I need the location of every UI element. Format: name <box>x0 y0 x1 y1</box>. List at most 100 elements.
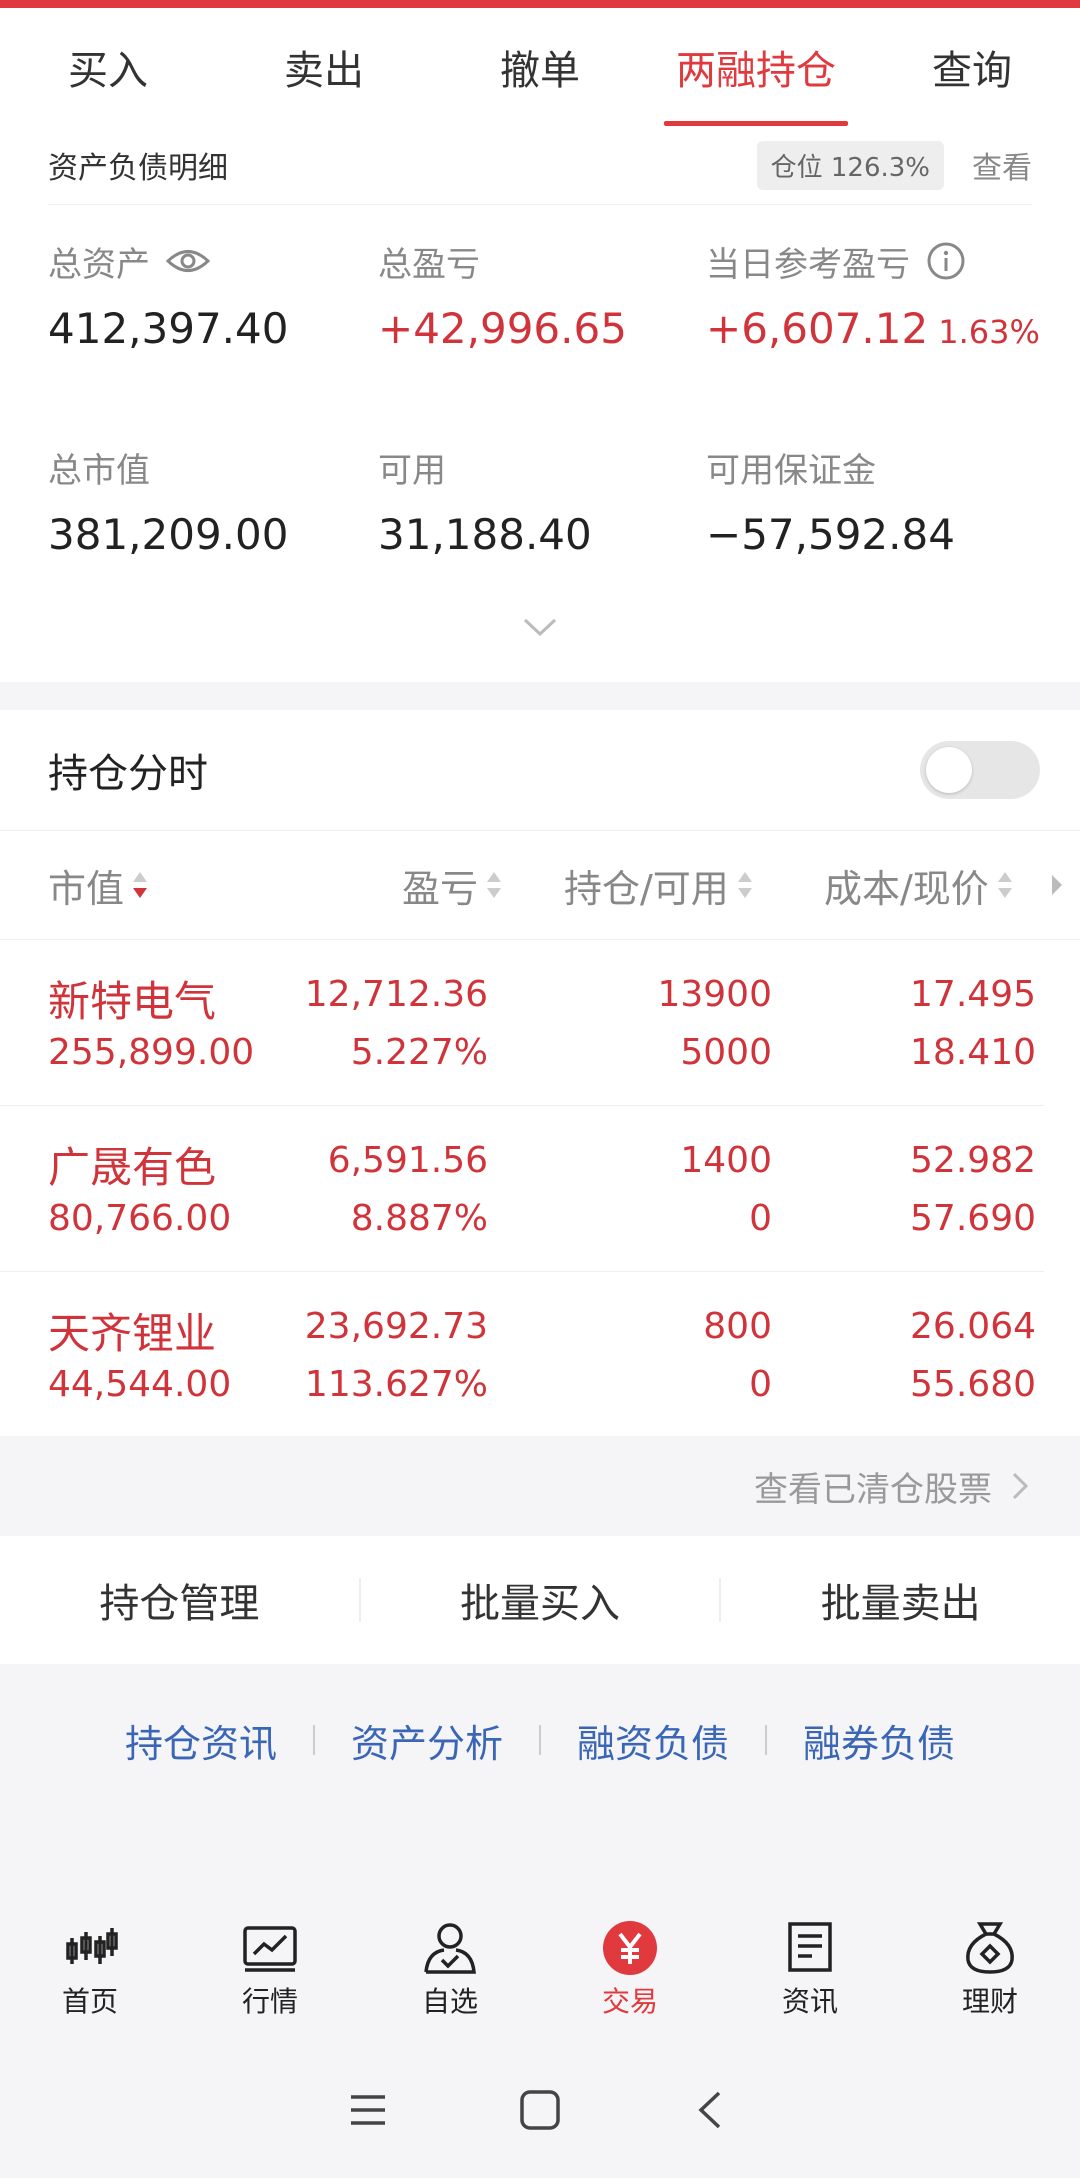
cost-cell: 52.982 <box>910 1140 1036 1181</box>
asset-summary-header: 资产负债明细 仓位 126.3% 查看 <box>48 126 1032 205</box>
col-holding-label: 持仓/可用 <box>564 866 729 911</box>
view-cleared-stocks-link[interactable]: 查看已清仓股票 <box>0 1436 1080 1536</box>
stock-name: 广晟有色 <box>48 1143 217 1192</box>
positions-panel: 持仓分时 市值 盈亏 持仓/可用 成本/现价 新特电气 255,899.00 1… <box>0 710 1080 1436</box>
scroll-right-icon[interactable] <box>1050 871 1064 899</box>
batch-buy-button[interactable]: 批量买入 <box>361 1571 720 1629</box>
person-check-icon <box>424 1923 476 1974</box>
info-icon[interactable] <box>926 241 966 281</box>
market-value-value: 381,209.00 <box>48 510 289 559</box>
home-square-icon[interactable] <box>517 2087 563 2133</box>
col-market-value[interactable]: 市值 <box>48 831 150 939</box>
position-ratio-badge: 仓位 126.3% <box>756 140 944 190</box>
positions-intraday-toggle[interactable] <box>920 741 1040 799</box>
nav-trade[interactable]: 交易 <box>540 1920 720 2040</box>
table-row[interactable]: 广晟有色 80,766.00 6,591.56 8.887% 1400 0 52… <box>0 1106 1044 1272</box>
tab-cancel[interactable]: 撤单 <box>432 8 648 126</box>
pnl-pct-cell: 5.227% <box>350 1032 488 1073</box>
cost-cell: 26.064 <box>910 1306 1036 1347</box>
pnl-cell: 12,712.36 <box>304 974 488 1015</box>
back-icon[interactable] <box>689 2087 735 2133</box>
nav-watchlist[interactable]: 自选 <box>360 1920 540 2040</box>
nav-wealth[interactable]: 理财 <box>900 1920 1080 2040</box>
nav-news[interactable]: 资讯 <box>720 1920 900 2040</box>
chevron-right-icon <box>1012 1472 1029 1500</box>
total-assets-label: 总资产 <box>48 244 150 285</box>
view-cleared-stocks-label: 查看已清仓股票 <box>754 1469 992 1510</box>
chevron-down-icon[interactable] <box>522 616 558 638</box>
total-assets-value: 412,397.40 <box>48 304 289 353</box>
price-cell: 18.410 <box>910 1032 1036 1073</box>
nav-news-label: 资讯 <box>781 1985 838 2018</box>
tab-sell[interactable]: 卖出 <box>216 8 432 126</box>
col-cost-price[interactable]: 成本/现价 <box>824 831 1015 939</box>
sort-icon <box>737 872 752 898</box>
nav-market[interactable]: 行情 <box>180 1920 360 2040</box>
top-accent-bar <box>0 0 1080 8</box>
holding-cell: 13900 <box>657 974 772 1015</box>
stock-name: 新特电气 <box>48 977 217 1026</box>
col-cost-price-label: 成本/现价 <box>824 866 989 911</box>
positions-header: 持仓分时 <box>0 710 1080 831</box>
holding-cell: 800 <box>703 1306 772 1347</box>
toggle-knob <box>926 747 972 793</box>
nav-home[interactable]: 首页 <box>0 1920 180 2040</box>
eye-icon[interactable] <box>166 246 210 276</box>
available-funds-label: 可用 <box>378 450 446 491</box>
table-row[interactable]: 天齐锂业 44,544.00 23,692.73 113.627% 800 0 … <box>0 1272 1044 1437</box>
sort-icon <box>997 872 1012 898</box>
batch-sell-button[interactable]: 批量卖出 <box>721 1571 1080 1629</box>
available-cell: 0 <box>749 1364 772 1405</box>
money-bag-icon <box>966 1922 1014 1974</box>
positions-column-header: 市值 盈亏 持仓/可用 成本/现价 <box>0 831 1080 940</box>
total-pnl: 总盈亏 +42,996.65 <box>378 236 627 354</box>
daily-pnl: 当日参考盈亏 +6,607.12 1.63% <box>706 236 1040 353</box>
sort-desc-icon <box>133 872 148 898</box>
positions-intraday-title: 持仓分时 <box>48 751 208 797</box>
menu-icon[interactable] <box>345 2087 391 2133</box>
market-value-cell: 80,766.00 <box>48 1198 232 1239</box>
market-value-cell: 44,544.00 <box>48 1364 232 1405</box>
tab-query[interactable]: 查询 <box>864 8 1080 126</box>
nav-home-label: 首页 <box>61 1985 118 2018</box>
total-pnl-value: +42,996.65 <box>378 304 627 353</box>
pnl-cell: 23,692.73 <box>304 1306 488 1347</box>
tab-margin-positions[interactable]: 两融持仓 <box>648 8 864 126</box>
yen-icon <box>603 1921 657 1975</box>
financing-liability-link[interactable]: 融资负债 <box>541 1713 765 1768</box>
securities-lending-liability-link[interactable]: 融券负债 <box>767 1713 991 1768</box>
market-value-label: 总市值 <box>48 450 150 491</box>
system-navigation-bar <box>0 2070 1080 2150</box>
position-news-link[interactable]: 持仓资讯 <box>89 1713 313 1768</box>
total-assets: 总资产 412,397.40 <box>48 236 289 354</box>
asset-summary: 资产负债明细 仓位 126.3% 查看 总资产 412,397.40 总盈亏 +… <box>0 126 1080 682</box>
nav-wealth-label: 理财 <box>961 1985 1018 2018</box>
table-row[interactable]: 新特电气 255,899.00 12,712.36 5.227% 13900 5… <box>0 940 1044 1106</box>
daily-pnl-pct: 1.63% <box>938 313 1040 351</box>
pnl-cell: 6,591.56 <box>327 1140 488 1181</box>
available-funds-value: 31,188.40 <box>378 510 592 559</box>
document-icon <box>788 1922 832 1972</box>
col-pnl-label: 盈亏 <box>402 866 479 911</box>
sort-icon <box>487 872 502 898</box>
cost-cell: 17.495 <box>910 974 1036 1015</box>
candlestick-icon <box>66 1928 118 1964</box>
holding-cell: 1400 <box>680 1140 772 1181</box>
available-cell: 0 <box>749 1198 772 1239</box>
available-funds: 可用 31,188.40 <box>378 442 592 560</box>
chart-icon <box>243 1926 297 1972</box>
col-holding[interactable]: 持仓/可用 <box>564 831 755 939</box>
tab-buy[interactable]: 买入 <box>0 8 216 126</box>
col-market-value-label: 市值 <box>48 866 125 911</box>
available-margin: 可用保证金 −57,592.84 <box>706 442 955 560</box>
position-management-button[interactable]: 持仓管理 <box>0 1571 359 1629</box>
asset-analysis-link[interactable]: 资产分析 <box>315 1713 539 1768</box>
view-detail-link[interactable]: 查看 <box>972 143 1032 187</box>
price-cell: 57.690 <box>910 1198 1036 1239</box>
nav-trade-label: 交易 <box>601 1985 658 2018</box>
col-pnl[interactable]: 盈亏 <box>402 831 504 939</box>
available-margin-value: −57,592.84 <box>706 510 955 559</box>
nav-watchlist-label: 自选 <box>421 1985 478 2018</box>
price-cell: 55.680 <box>910 1364 1036 1405</box>
daily-pnl-label: 当日参考盈亏 <box>706 244 910 285</box>
